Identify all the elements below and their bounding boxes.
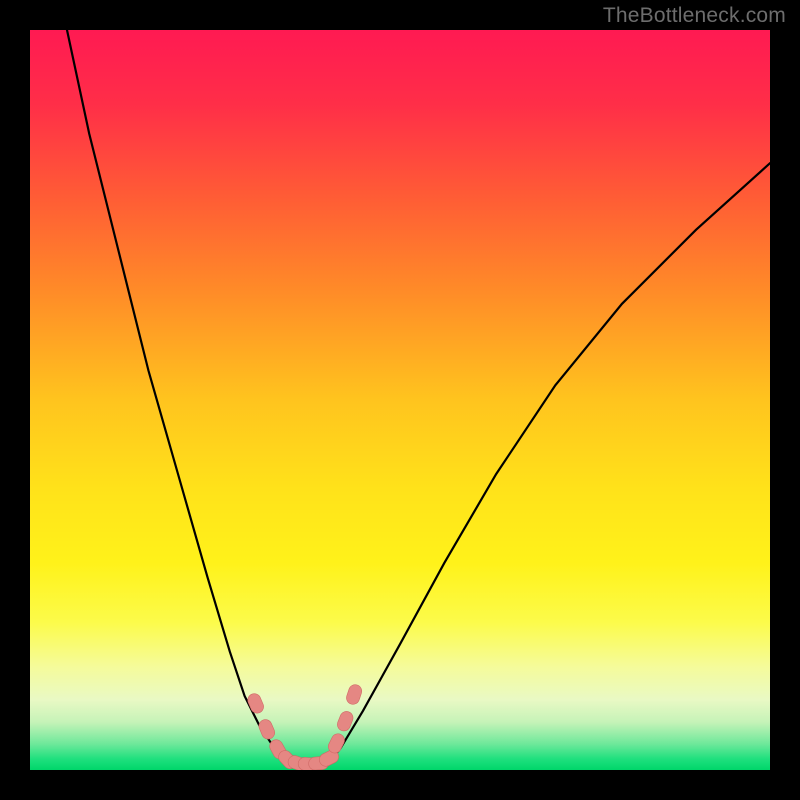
plot-area [30, 30, 770, 770]
watermark-text: TheBottleneck.com [603, 4, 786, 28]
right-curve [326, 163, 770, 766]
marker-point [345, 683, 364, 706]
left-curve [67, 30, 289, 766]
marker-point [257, 718, 277, 742]
curve-layer [30, 30, 770, 770]
marker-point [246, 692, 266, 716]
chart-frame: TheBottleneck.com [0, 0, 800, 800]
marker-group [246, 683, 364, 770]
